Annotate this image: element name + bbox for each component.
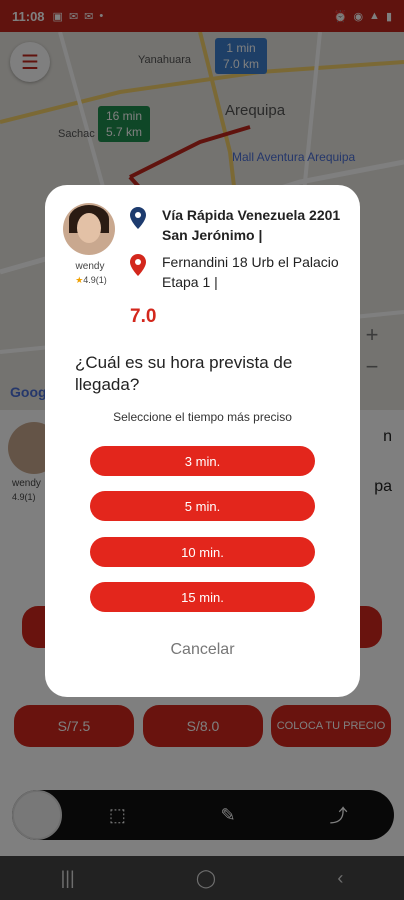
destination-address: Fernandini 18 Urb el Palacio Etapa 1 | (162, 254, 339, 290)
screen: 11:08 ▣ ✉ ✉ • ⏰ ◉ ▲ ▮ ☰ Yanahuara Sachac (0, 0, 404, 900)
trip-distance: 7.0 (130, 306, 157, 327)
cancel-button[interactable]: Cancelar (45, 641, 360, 659)
option-3-min[interactable]: 3 min. (90, 446, 315, 476)
avatar-face (77, 213, 101, 243)
user-rating: ★4.9(1) (65, 275, 117, 286)
user-name: wendy (75, 261, 105, 272)
destination-pin-icon (130, 254, 146, 276)
arrival-time-dialog: wendy ★4.9(1) Vía Rápida Venezuela 2201 … (45, 185, 360, 697)
option-5-min[interactable]: 5 min. (90, 491, 315, 521)
arrival-question: ¿Cuál es su hora prevista de llegada? (75, 353, 293, 394)
rating-value: 4.9(1) (83, 275, 107, 285)
selection-hint: Seleccione el tiempo más preciso (113, 410, 292, 424)
origin-pin-icon (130, 207, 146, 229)
origin-address: Vía Rápida Venezuela 2201 San Jerónimo | (162, 207, 341, 243)
avatar (63, 203, 115, 255)
option-10-min[interactable]: 10 min. (90, 537, 315, 567)
option-15-min[interactable]: 15 min. (90, 582, 315, 612)
